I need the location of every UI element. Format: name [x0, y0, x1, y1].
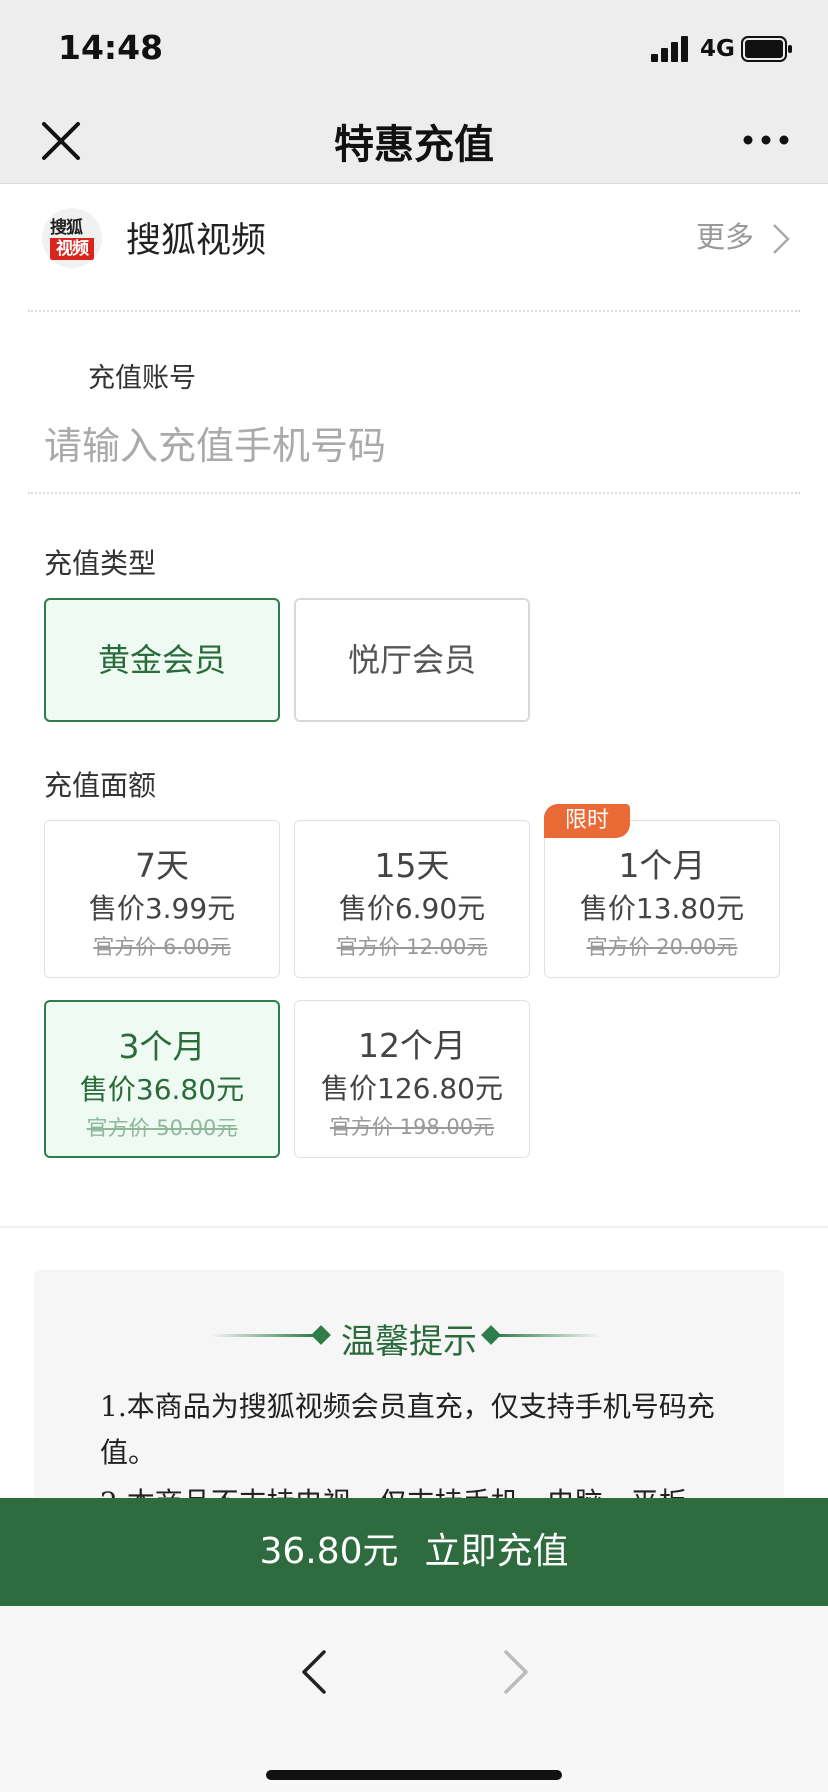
top-bar: 14:48 4G 特惠充值 [0, 0, 828, 184]
sohu-video-logo: 搜狐 视频 [42, 208, 102, 268]
amount-duration: 7天 [135, 846, 189, 885]
home-indicator [266, 1770, 562, 1780]
amount-original-price: 官方价 20.00元 [586, 935, 738, 959]
amount-duration: 3个月 [118, 1027, 206, 1066]
status-bar: 14:48 4G [0, 0, 828, 100]
amount-option-12-months[interactable]: 12个月 售价126.80元 官方价 198.00元 [294, 1000, 530, 1158]
nav-bar: 特惠充值 [0, 100, 828, 184]
network-type: 4G [700, 36, 735, 62]
tips-panel: 温馨提示 1.本商品为搜狐视频会员直充，仅支持手机号码充值。 2.本商品不支持电… [34, 1270, 784, 1510]
amount-section-label: 充值面额 [44, 769, 157, 802]
amount-original-price: 官方价 50.00元 [86, 1116, 238, 1140]
amount-option-1-month[interactable]: 1个月 售价13.80元 官方价 20.00元 [544, 820, 780, 978]
logo-text-top: 搜狐 [50, 218, 83, 238]
tips-ornament-line [496, 1334, 600, 1337]
signal-icon [651, 36, 688, 62]
type-option-yueting-member[interactable]: 悦厅会员 [294, 598, 530, 722]
battery-icon [741, 36, 792, 62]
amount-option-7-days[interactable]: 7天 售价3.99元 官方价 6.00元 [44, 820, 280, 978]
pay-action-label: 立即充值 [424, 1531, 569, 1572]
amount-price: 售价13.80元 [579, 892, 745, 925]
back-arrow-icon[interactable] [296, 1646, 332, 1698]
tip-item: 1.本商品为搜狐视频会员直充，仅支持手机号码充值。 [100, 1390, 715, 1469]
amount-duration: 15天 [374, 846, 450, 885]
amount-price: 售价6.90元 [338, 892, 486, 925]
amount-price: 售价126.80元 [321, 1072, 503, 1105]
pay-button[interactable]: 36.80元 立即充值 [0, 1498, 828, 1606]
amount-original-price: 官方价 12.00元 [336, 935, 488, 959]
browser-toolbar [0, 1606, 828, 1792]
amount-duration: 1个月 [618, 846, 706, 885]
page-title: 特惠充值 [334, 122, 494, 168]
forward-arrow-icon[interactable] [498, 1646, 534, 1698]
amount-price: 售价3.99元 [88, 892, 236, 925]
section-divider [0, 1226, 828, 1228]
type-option-gold-member[interactable]: 黄金会员 [44, 598, 280, 722]
amount-duration: 12个月 [358, 1026, 466, 1065]
tips-header: 温馨提示 [34, 1310, 784, 1362]
pay-amount: 36.80元 [259, 1531, 399, 1572]
phone-number-input[interactable] [44, 416, 784, 476]
more-dots-icon[interactable] [740, 122, 792, 158]
status-time: 14:48 [58, 28, 164, 67]
amount-option-15-days[interactable]: 15天 售价6.90元 官方价 12.00元 [294, 820, 530, 978]
amount-price: 售价36.80元 [79, 1073, 245, 1106]
amount-original-price: 官方价 6.00元 [93, 935, 231, 959]
account-label: 充值账号 [88, 363, 196, 394]
tips-title: 温馨提示 [341, 1322, 477, 1362]
merchant-name: 搜狐视频 [126, 221, 267, 261]
logo-text-bottom: 视频 [50, 238, 94, 260]
limited-time-badge: 限时 [544, 804, 630, 838]
chevron-right-icon[interactable] [771, 222, 791, 256]
merchant-row[interactable]: 搜狐 视频 搜狐视频 更多 [28, 184, 800, 312]
divider [28, 492, 800, 494]
amount-original-price: 官方价 198.00元 [329, 1115, 495, 1139]
amount-option-3-months[interactable]: 3个月 售价36.80元 官方价 50.00元 [44, 1000, 280, 1158]
type-section-label: 充值类型 [44, 547, 157, 580]
more-link[interactable]: 更多 [696, 214, 754, 256]
